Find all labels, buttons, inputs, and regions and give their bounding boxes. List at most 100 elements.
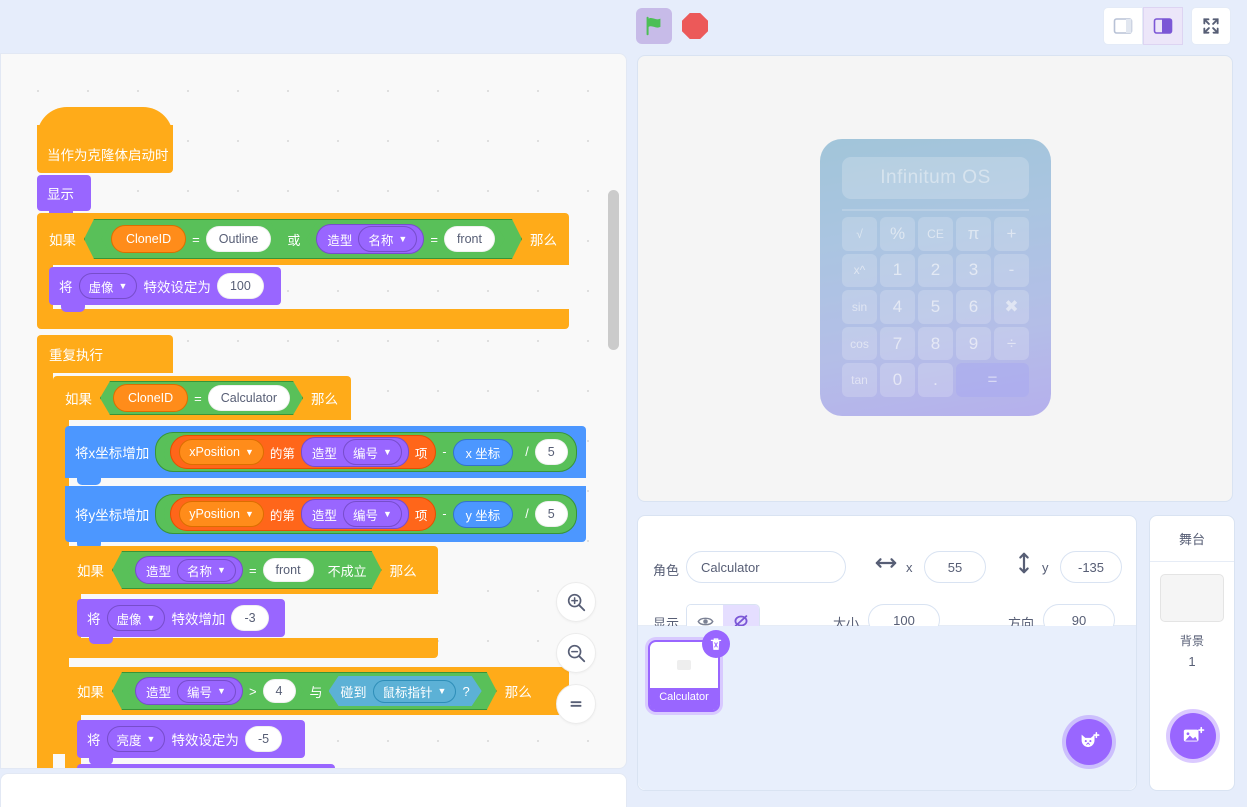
condition-equals[interactable]: 造型 名称 ▼ = front <box>127 555 322 585</box>
calc-key[interactable]: 9 <box>956 326 991 361</box>
block-set-effect-ghost[interactable]: 将 虚像 ▼ 特效设定为 100 <box>49 267 281 312</box>
value-front[interactable]: front <box>263 558 314 582</box>
fullscreen-button[interactable] <box>1191 7 1231 45</box>
delete-sprite-button[interactable] <box>702 630 730 658</box>
calc-key[interactable]: tan <box>842 363 877 397</box>
stop-button[interactable] <box>680 11 710 41</box>
block-label: 将x坐标增加 <box>75 446 150 461</box>
condition-equals-1[interactable]: CloneID = Outline <box>101 223 281 255</box>
costume-property-dropdown[interactable]: 名称 ▼ <box>177 559 236 582</box>
calc-key[interactable]: ÷ <box>994 326 1029 361</box>
calc-key[interactable]: 0 <box>880 363 915 397</box>
block-change-effect-ghost[interactable]: 将 虚像 ▼ 特效增加 -3 <box>77 599 285 644</box>
effect-dropdown[interactable]: 虚像 ▼ <box>106 605 166 631</box>
condition-touching[interactable]: 碰到 鼠标指针 ▼ ? <box>329 676 482 706</box>
reporter-costume[interactable]: 造型 名称 ▼ <box>135 556 243 584</box>
stage-selector-title[interactable]: 舞台 <box>1150 516 1234 562</box>
list-item-of-xposition[interactable]: xPosition ▼ 的第 造型 编号 ▼ 项 <box>170 435 437 469</box>
condition-not[interactable]: 造型 名称 ▼ = front 不成立 <box>112 551 382 589</box>
reporter-costume-number[interactable]: 造型 编号 ▼ <box>300 499 409 529</box>
reporter-costume-number[interactable]: 造型 编号 ▼ <box>135 677 243 705</box>
block-change-size-by[interactable]: 将大小增加 100 - 大小 / 5 <box>77 764 335 768</box>
value-front[interactable]: front <box>444 226 495 252</box>
costume-property-dropdown[interactable]: 编号 ▼ <box>177 680 236 703</box>
add-sprite-button[interactable] <box>1066 719 1112 765</box>
calc-key[interactable]: 2 <box>918 253 953 288</box>
small-stage-button[interactable] <box>1103 7 1143 45</box>
variable-cloneid[interactable]: CloneID <box>111 225 186 253</box>
condition-equals[interactable]: CloneID = Calculator <box>100 381 303 415</box>
reporter-y-position[interactable]: y 坐标 <box>452 500 514 528</box>
calc-key[interactable]: % <box>880 217 915 251</box>
condition-greater-than[interactable]: 造型 编号 ▼ > 4 <box>127 676 304 706</box>
costume-property-dropdown[interactable]: 编号 ▼ <box>342 439 402 465</box>
calc-key[interactable]: 7 <box>880 326 915 361</box>
large-stage-button[interactable] <box>1143 7 1183 45</box>
zoom-in-button[interactable] <box>556 582 596 622</box>
reporter-costume-number[interactable]: 造型 编号 ▼ <box>300 437 409 467</box>
block-when-i-start-as-clone[interactable]: 当作为克隆体启动时 <box>37 107 173 173</box>
code-workspace[interactable]: 当作为克隆体启动时 显示 如果 CloneID = Outline 或 造型 名… <box>0 53 627 769</box>
sprite-name-input[interactable]: Calculator <box>686 551 846 583</box>
calc-key[interactable]: 5 <box>918 290 953 324</box>
calc-key[interactable]: 8 <box>918 326 953 361</box>
effect-dropdown[interactable]: 亮度 ▼ <box>106 726 166 752</box>
calc-key[interactable]: 3 <box>956 253 991 288</box>
add-backdrop-button[interactable] <box>1170 713 1216 759</box>
calc-key[interactable]: sin <box>842 290 877 324</box>
calc-key[interactable]: . <box>918 363 953 397</box>
calc-key[interactable]: π <box>956 217 991 251</box>
costume-property-dropdown[interactable]: 编号 ▼ <box>342 501 402 527</box>
condition-and[interactable]: 造型 编号 ▼ > 4 与 碰到 鼠标指针 ▼ ? <box>112 672 497 710</box>
sprite-item-calculator[interactable]: Calculator <box>648 630 730 712</box>
condition-equals-2[interactable]: 造型 名称 ▼ = front <box>306 223 505 255</box>
stage[interactable]: Infinitum OS √ % CE π + x^ 1 2 3 - sin 4… <box>637 55 1233 502</box>
costume-property-dropdown[interactable]: 名称 ▼ <box>358 226 417 252</box>
operator-divide-y[interactable]: yPosition ▼ 的第 造型 编号 ▼ 项 - y 坐标 / 5 <box>155 494 577 534</box>
block-set-effect-brightness[interactable]: 将 亮度 ▼ 特效设定为 -5 <box>77 720 305 765</box>
operator-divide-x[interactable]: xPosition ▼ 的第 造型 编号 ▼ 项 - x 坐标 / 5 <box>155 432 577 472</box>
x-input[interactable]: 55 <box>924 551 986 583</box>
block-show[interactable]: 显示 <box>37 175 91 218</box>
zoom-reset-button[interactable] <box>556 684 596 724</box>
effect-value[interactable]: 100 <box>216 273 264 299</box>
then-keyword: 那么 <box>504 685 532 700</box>
effect-value[interactable]: -3 <box>231 605 269 631</box>
calc-key-equals[interactable]: = <box>956 363 1029 397</box>
divisor-value[interactable]: 5 <box>534 439 568 465</box>
reporter-costume[interactable]: 造型 名称 ▼ <box>316 224 424 254</box>
list-item-of-yposition[interactable]: yPosition ▼ 的第 造型 编号 ▼ 项 <box>170 497 437 531</box>
touching-target-dropdown[interactable]: 鼠标指针 ▼ <box>373 680 457 703</box>
variable-cloneid[interactable]: CloneID <box>113 384 188 412</box>
calc-key[interactable]: x^ <box>842 253 877 288</box>
divisor-value[interactable]: 5 <box>534 501 568 527</box>
y-input[interactable]: -135 <box>1060 551 1122 583</box>
backdrop-thumbnail[interactable] <box>1160 574 1224 622</box>
zoom-out-button[interactable] <box>556 633 596 673</box>
list-dropdown-xposition[interactable]: xPosition ▼ <box>179 439 264 465</box>
workspace-vertical-scrollbar[interactable] <box>608 190 619 350</box>
condition-or[interactable]: CloneID = Outline 或 造型 名称 ▼ = front <box>84 219 522 259</box>
effect-value[interactable]: -5 <box>244 726 283 752</box>
block-change-x-by[interactable]: 将x坐标增加 xPosition ▼ 的第 造型 编号 ▼ 项 - x 坐标 /… <box>65 426 586 485</box>
value-calculator[interactable]: Calculator <box>208 385 290 411</box>
effect-dropdown[interactable]: 虚像 ▼ <box>78 273 138 299</box>
calc-key[interactable]: √ <box>842 217 877 251</box>
calc-key[interactable]: ✖ <box>994 290 1029 324</box>
calc-key[interactable]: CE <box>918 217 953 251</box>
green-flag-button[interactable] <box>636 8 672 44</box>
calc-key[interactable]: 6 <box>956 290 991 324</box>
calculator-sprite[interactable]: Infinitum OS √ % CE π + x^ 1 2 3 - sin 4… <box>820 139 1051 416</box>
calc-key[interactable]: + <box>994 217 1029 251</box>
calc-key[interactable]: 1 <box>880 253 915 288</box>
operator-subtract-x[interactable]: xPosition ▼ 的第 造型 编号 ▼ 项 - x 坐标 <box>164 435 520 469</box>
operator-subtract-y[interactable]: yPosition ▼ 的第 造型 编号 ▼ 项 - y 坐标 <box>164 497 520 531</box>
calc-key[interactable]: - <box>994 253 1029 288</box>
list-dropdown-yposition[interactable]: yPosition ▼ <box>179 501 264 527</box>
calc-key[interactable]: cos <box>842 326 877 361</box>
block-change-y-by[interactable]: 将y坐标增加 yPosition ▼ 的第 造型 编号 ▼ 项 - y 坐标 /… <box>65 486 586 549</box>
value-outline[interactable]: Outline <box>206 226 272 252</box>
compare-value[interactable]: 4 <box>263 679 296 703</box>
reporter-x-position[interactable]: x 坐标 <box>452 438 514 466</box>
calc-key[interactable]: 4 <box>880 290 915 324</box>
